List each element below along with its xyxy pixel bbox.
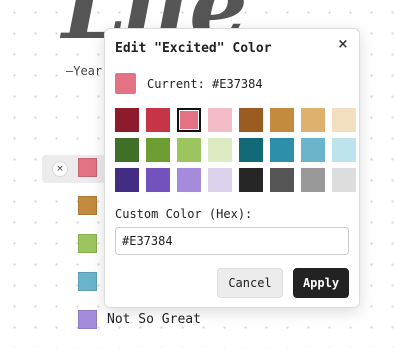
dialog-title: Edit "Excited" Color: [115, 41, 272, 56]
palette-swatch[interactable]: [208, 108, 232, 132]
color-palette: [115, 108, 356, 192]
palette-swatch[interactable]: [146, 168, 170, 192]
hex-color-input[interactable]: [115, 227, 349, 255]
palette-swatch[interactable]: [301, 138, 325, 162]
palette-swatch[interactable]: [332, 108, 356, 132]
palette-swatch[interactable]: [270, 108, 294, 132]
close-icon[interactable]: ×: [52, 161, 68, 177]
cancel-button[interactable]: Cancel: [217, 268, 283, 298]
legend-swatch[interactable]: [78, 272, 97, 291]
palette-swatch[interactable]: [146, 108, 170, 132]
palette-swatch[interactable]: [270, 138, 294, 162]
palette-swatch[interactable]: [239, 168, 263, 192]
current-color-label: Current: #E37384: [147, 77, 263, 91]
current-color-swatch: [115, 73, 136, 94]
apply-button[interactable]: Apply: [293, 268, 349, 298]
palette-swatch[interactable]: [208, 138, 232, 162]
custom-color-label: Custom Color (Hex):: [115, 207, 253, 221]
legend-label-not-so-great: Not So Great: [107, 312, 201, 327]
legend-swatch[interactable]: [78, 234, 97, 253]
palette-swatch[interactable]: [177, 108, 201, 132]
legend-swatch[interactable]: [78, 310, 97, 329]
palette-swatch[interactable]: [177, 168, 201, 192]
palette-swatch[interactable]: [301, 108, 325, 132]
legend-swatch[interactable]: [78, 196, 97, 215]
palette-swatch[interactable]: [208, 168, 232, 192]
palette-swatch[interactable]: [270, 168, 294, 192]
close-icon[interactable]: ×: [335, 37, 351, 53]
palette-swatch[interactable]: [301, 168, 325, 192]
palette-swatch[interactable]: [115, 108, 139, 132]
palette-swatch[interactable]: [239, 108, 263, 132]
palette-swatch[interactable]: [332, 168, 356, 192]
palette-swatch[interactable]: [146, 138, 170, 162]
legend-swatch[interactable]: [78, 158, 97, 177]
edit-color-dialog: Edit "Excited" Color × Current: #E37384 …: [104, 28, 360, 308]
year-subtitle: —Year: [66, 64, 103, 78]
palette-swatch[interactable]: [239, 138, 263, 162]
palette-swatch[interactable]: [115, 168, 139, 192]
palette-swatch[interactable]: [332, 138, 356, 162]
palette-swatch[interactable]: [177, 138, 201, 162]
palette-swatch[interactable]: [115, 138, 139, 162]
